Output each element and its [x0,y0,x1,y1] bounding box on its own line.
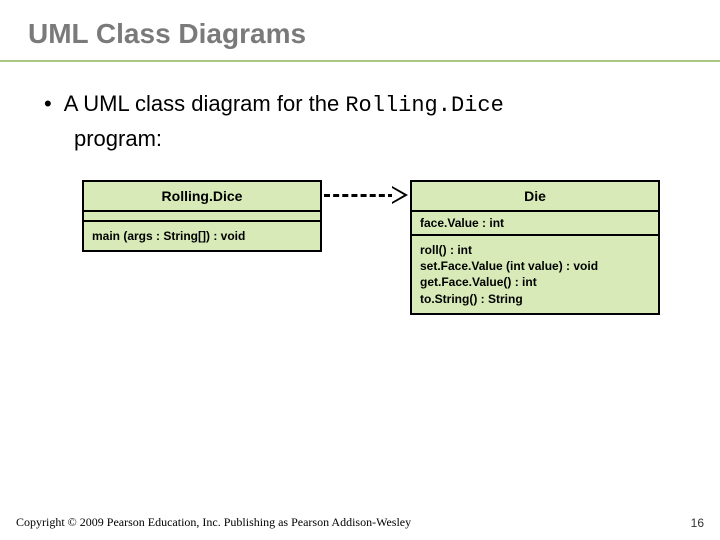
uml-class-name: Rolling.Dice [84,182,320,212]
uml-class-operations: main (args : String[]) : void [84,222,320,250]
uml-op: to.String() : String [420,291,650,307]
bullet-code: Rolling.Dice [345,93,503,118]
uml-class-name: Die [412,182,658,212]
uml-class-attributes [84,212,320,222]
bullet-suffix: program: [44,126,676,152]
uml-op: get.Face.Value() : int [420,274,650,290]
dependency-arrow-inner [392,188,404,202]
uml-op: set.Face.Value (int value) : void [420,258,650,274]
uml-class-die: Die face.Value : int roll() : int set.Fa… [410,180,660,315]
content-area: • A UML class diagram for the Rolling.Di… [0,62,720,400]
dependency-line [324,194,394,197]
uml-op: roll() : int [420,242,650,258]
uml-op: main (args : String[]) : void [92,228,312,244]
copyright-text: Copyright © 2009 Pearson Education, Inc.… [16,515,411,530]
page-number: 16 [691,516,704,530]
uml-class-attributes: face.Value : int [412,212,658,236]
bullet-row: • A UML class diagram for the Rolling.Di… [44,90,676,120]
bullet-dot: • [44,90,52,118]
uml-class-rollingdice: Rolling.Dice main (args : String[]) : vo… [82,180,322,252]
footer: Copyright © 2009 Pearson Education, Inc.… [16,515,704,530]
uml-diagram: Rolling.Dice main (args : String[]) : vo… [44,180,676,400]
uml-class-operations: roll() : int set.Face.Value (int value) … [412,236,658,313]
bullet-prefix: A UML class diagram for the [64,91,346,116]
bullet-text: A UML class diagram for the Rolling.Dice [64,90,504,120]
title-bar: UML Class Diagrams [0,0,720,62]
page-title: UML Class Diagrams [28,18,692,50]
